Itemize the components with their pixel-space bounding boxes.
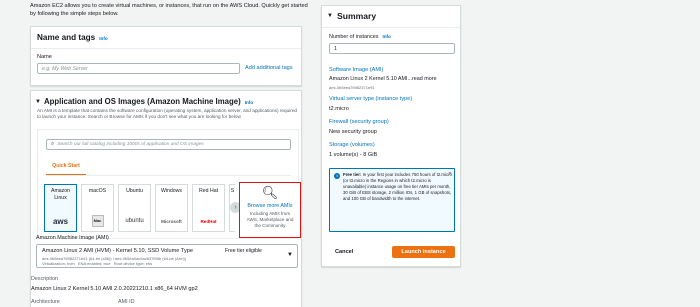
info-link[interactable]: Info: [245, 100, 253, 105]
architecture-label: Architecture: [31, 299, 60, 305]
name-label: Name: [37, 54, 52, 60]
windows-icon: Microsoft: [161, 219, 182, 224]
software-image-id: ami-0b5eea76982371e91: [329, 85, 375, 90]
tab-quick-start[interactable]: Quick Start: [46, 163, 86, 175]
search-icon: ⌕: [51, 141, 55, 147]
collapse-caret-icon[interactable]: ▼: [35, 99, 41, 105]
instances-label: Number of instances Info: [329, 34, 391, 40]
summary-panel: ▼ Summary Number of instances Info 1 Soft…: [321, 5, 461, 267]
storage-value: 1 volume(s) - 8 GiB: [329, 152, 378, 158]
collapse-caret-icon[interactable]: ▼: [327, 13, 333, 19]
name-input[interactable]: e.g. My Web Server: [37, 63, 240, 74]
browse-more-amis[interactable]: 🔍︎ Browse more AMIs Including AMIs from …: [239, 182, 301, 238]
ami-search-input[interactable]: ⌕ Search our full catalog including 1000…: [46, 139, 291, 150]
ami-title: Application and OS Images (Amazon Machin…: [44, 97, 254, 106]
tab-divider: [46, 175, 291, 176]
aws-icon: aws: [52, 217, 69, 226]
ami-id-label: AMI ID: [118, 299, 135, 305]
summary-title: Summary: [337, 11, 377, 21]
software-image-value: Amazon Linux 2 Kernel 5.10 AMI...read mo…: [329, 76, 437, 82]
instances-input[interactable]: 1: [329, 43, 455, 54]
name-tags-title: Name and tags Info: [37, 33, 108, 42]
redhat-icon: RedHat: [200, 219, 217, 224]
ami-select-label: Amazon Machine Image (AMI): [36, 235, 109, 241]
info-circle-icon: i: [334, 173, 340, 179]
tile-ubuntu[interactable]: Ubuntu ubuntu: [118, 184, 151, 232]
free-tier-badge: Free tier eligible: [225, 248, 262, 254]
ubuntu-icon: ubuntu: [125, 218, 144, 224]
close-icon[interactable]: ✕: [448, 171, 452, 177]
tile-amazon-linux[interactable]: Amazon Linux aws: [44, 184, 77, 232]
info-link[interactable]: Info: [99, 36, 107, 41]
tile-redhat[interactable]: Red Hat RedHat: [192, 184, 225, 232]
apple-icon: Mac: [82, 215, 113, 227]
add-tags-link[interactable]: Add additional tags: [245, 65, 293, 71]
firewall-link[interactable]: Firewall (security group): [329, 119, 389, 125]
dropdown-caret-icon: ▼: [287, 252, 293, 258]
software-image-link[interactable]: Software Image (AMI): [329, 67, 383, 73]
launch-instance-button[interactable]: Launch instance: [392, 246, 455, 258]
description-label: Description: [31, 276, 58, 282]
divider: [322, 27, 460, 28]
magnifier-icon: 🔍︎: [261, 185, 279, 200]
tile-macos[interactable]: macOS Mac: [81, 184, 114, 232]
free-tier-alert: i Free tier: In your first year includes…: [329, 168, 455, 232]
ami-description: An AMI is a template that contains the s…: [37, 108, 298, 119]
description-value: Amazon Linux 2 Kernel 5.10 AMI 2.0.20221…: [31, 286, 198, 292]
divider: [31, 48, 301, 49]
storage-link[interactable]: Storage (volumes): [329, 142, 375, 148]
instance-type-link[interactable]: Virtual server type (instance type): [329, 96, 412, 102]
ami-select[interactable]: Amazon Linux 2 AMI (HVM) - Kernel 5.10, …: [36, 244, 298, 268]
firewall-value: New security group: [329, 129, 377, 135]
name-tags-panel: Name and tags Info Name e.g. My Web Serve…: [30, 26, 302, 86]
intro-text: Amazon EC2 allows you to create virtual …: [30, 3, 308, 17]
free-tier-alert-text: Free tier: In your first year includes 7…: [343, 172, 452, 201]
instance-type-value: t2.micro: [329, 106, 349, 112]
info-link[interactable]: Info: [382, 34, 390, 39]
tile-windows[interactable]: Windows Microsoft: [155, 184, 188, 232]
cancel-button[interactable]: Cancel: [335, 249, 353, 255]
